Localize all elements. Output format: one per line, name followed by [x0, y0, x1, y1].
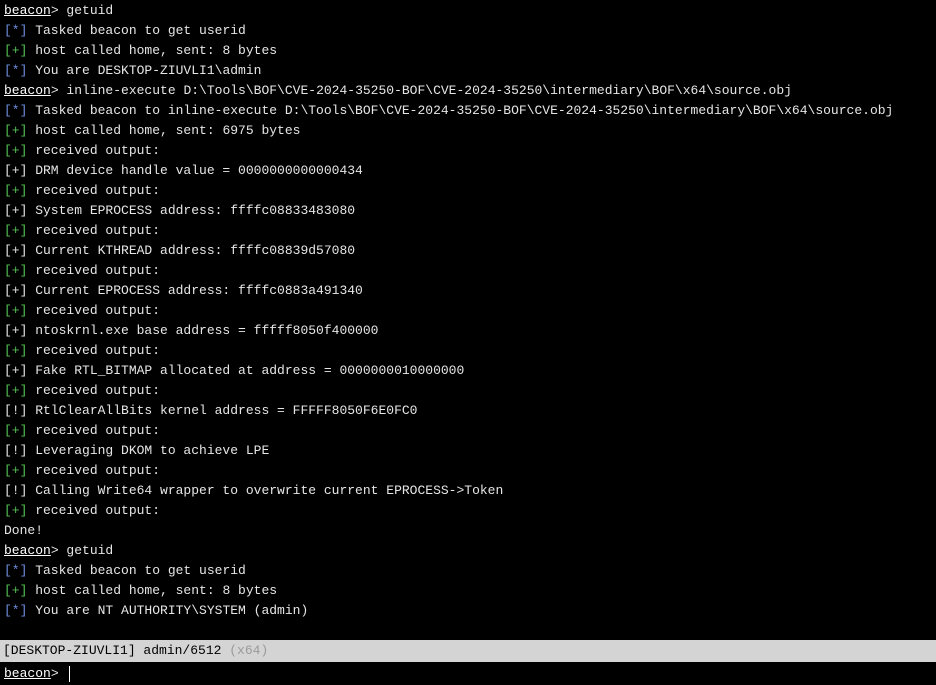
success-line: [+] host called home, sent: 6975 bytes: [4, 121, 936, 141]
command-line: beacon> getuid: [4, 1, 936, 21]
success-tag: [+]: [4, 383, 28, 398]
info-tag: [*]: [4, 603, 28, 618]
info-tag: [*]: [4, 23, 28, 38]
message-text: host called home, sent: 8 bytes: [27, 583, 278, 598]
output-line: [+] ntoskrnl.exe base address = fffff805…: [4, 323, 379, 338]
success-line: [+] received output:: [4, 381, 936, 401]
output-line: [!] Leveraging DKOM to achieve LPE: [4, 443, 270, 458]
command-line: beacon> getuid: [4, 541, 936, 561]
input-prompt-suffix: >: [50, 666, 67, 681]
message-text: received output:: [27, 303, 161, 318]
success-line: [+] received output:: [4, 501, 936, 521]
info-tag: [*]: [4, 63, 28, 78]
status-bar: [DESKTOP-ZIUVLI1] admin/6512 (x64): [0, 640, 936, 662]
info-tag: [*]: [4, 103, 28, 118]
success-line: [+] host called home, sent: 8 bytes: [4, 41, 936, 61]
command-text: getuid: [66, 543, 114, 558]
message-text: received output:: [27, 343, 161, 358]
success-line: [+] received output:: [4, 301, 936, 321]
info-line: [*] Tasked beacon to get userid: [4, 561, 936, 581]
prompt-name: beacon: [4, 83, 51, 98]
info-line: [*] Tasked beacon to inline-execute D:\T…: [4, 101, 936, 121]
output-line: [+] Current KTHREAD address: ffffc08839d…: [4, 243, 356, 258]
output-line: [!] Calling Write64 wrapper to overwrite…: [4, 483, 504, 498]
success-line: [+] received output:: [4, 261, 936, 281]
input-prompt-name: beacon: [4, 666, 51, 681]
success-tag: [+]: [4, 143, 28, 158]
message-text: host called home, sent: 8 bytes: [27, 43, 278, 58]
info-tag: [*]: [4, 563, 28, 578]
success-tag: [+]: [4, 583, 28, 598]
success-tag: [+]: [4, 223, 28, 238]
status-host-user: [DESKTOP-ZIUVLI1] admin/6512: [3, 643, 230, 658]
success-tag: [+]: [4, 263, 28, 278]
message-text: You are NT AUTHORITY\SYSTEM (admin): [27, 603, 309, 618]
message-text: received output:: [27, 423, 161, 438]
output-line: Done!: [4, 523, 44, 538]
success-line: [+] received output:: [4, 181, 936, 201]
success-line: [+] received output:: [4, 461, 936, 481]
prompt-name: beacon: [4, 543, 51, 558]
message-text: received output:: [27, 463, 161, 478]
message-text: received output:: [27, 183, 161, 198]
output-line: [+] DRM device handle value = 0000000000…: [4, 163, 363, 178]
success-tag: [+]: [4, 503, 28, 518]
info-line: [*] You are NT AUTHORITY\SYSTEM (admin): [4, 601, 936, 621]
command-line: beacon> inline-execute D:\Tools\BOF\CVE-…: [4, 81, 936, 101]
message-text: Tasked beacon to get userid: [27, 563, 246, 578]
output-line: [+] System EPROCESS address: ffffc088334…: [4, 203, 356, 218]
console-output: beacon> getuid [*] Tasked beacon to get u…: [4, 1, 936, 637]
command-input[interactable]: [69, 666, 932, 682]
message-text: received output:: [27, 503, 161, 518]
success-line: [+] received output:: [4, 221, 936, 241]
message-text: received output:: [27, 383, 161, 398]
command-text: getuid: [66, 3, 114, 18]
output-line: [+] Current EPROCESS address: ffffc0883a…: [4, 283, 363, 298]
success-tag: [+]: [4, 423, 28, 438]
message-text: host called home, sent: 6975 bytes: [27, 123, 301, 138]
output-line: [!] RtlClearAllBits kernel address = FFF…: [4, 403, 418, 418]
success-tag: [+]: [4, 183, 28, 198]
status-arch: (x64): [229, 643, 269, 658]
command-input-row: beacon>: [0, 662, 936, 685]
info-line: [*] You are DESKTOP-ZIUVLI1\admin: [4, 61, 936, 81]
message-text: received output:: [27, 263, 161, 278]
prompt-name: beacon: [4, 3, 51, 18]
success-line: [+] received output:: [4, 341, 936, 361]
prompt-suffix: >: [50, 3, 67, 18]
output-line: [+] Fake RTL_BITMAP allocated at address…: [4, 363, 465, 378]
success-tag: [+]: [4, 303, 28, 318]
success-line: [+] received output:: [4, 421, 936, 441]
success-line: [+] host called home, sent: 8 bytes: [4, 581, 936, 601]
success-tag: [+]: [4, 463, 28, 478]
success-line: [+] received output:: [4, 141, 936, 161]
message-text: received output:: [27, 143, 161, 158]
success-tag: [+]: [4, 123, 28, 138]
info-line: [*] Tasked beacon to get userid: [4, 21, 936, 41]
success-tag: [+]: [4, 343, 28, 358]
prompt-suffix: >: [50, 543, 67, 558]
message-text: You are DESKTOP-ZIUVLI1\admin: [27, 63, 262, 78]
message-text: received output:: [27, 223, 161, 238]
command-text: inline-execute D:\Tools\BOF\CVE-2024-352…: [66, 83, 792, 98]
success-tag: [+]: [4, 43, 28, 58]
message-text: Tasked beacon to get userid: [27, 23, 246, 38]
prompt-suffix: >: [50, 83, 67, 98]
message-text: Tasked beacon to inline-execute D:\Tools…: [27, 103, 894, 118]
